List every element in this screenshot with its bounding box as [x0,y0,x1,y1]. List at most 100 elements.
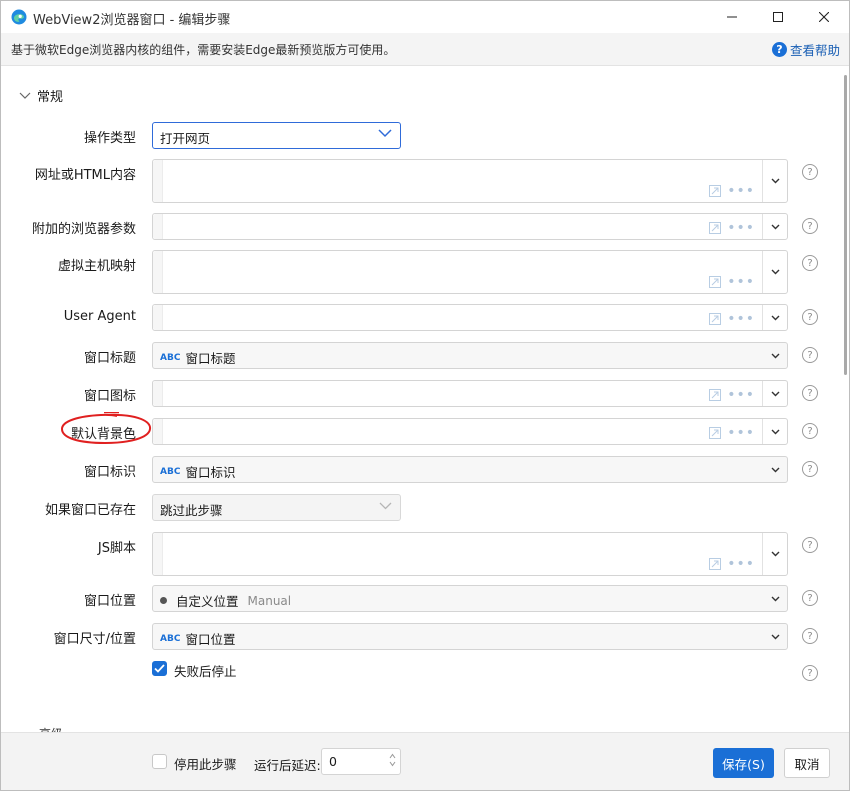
help-circle-icon[interactable]: ? [802,537,818,553]
edge-logo-icon [11,9,27,25]
more-dots-icon[interactable]: ••• [727,388,755,402]
chevron-down-icon [771,429,779,434]
help-circle-icon[interactable]: ? [802,461,818,477]
more-dots-icon[interactable]: ••• [727,221,755,235]
delay-label: 运行后延迟: [254,758,321,773]
dialog-footer: 停用此步骤 运行后延迟: 0 保存(S) 取消 [1,732,849,790]
op-type-label: 操作类型 [83,131,136,146]
text-type-badge: ABC [160,633,181,644]
vertical-scrollbar[interactable] [844,67,847,732]
help-circle-icon[interactable]: ? [802,255,818,271]
section-title: 常规 [37,90,64,105]
host-map-label: 虚拟主机映射 [57,259,136,274]
section-general-header[interactable]: 常规 [19,86,63,105]
help-link-label: 查看帮助 [790,43,841,58]
delay-spinner[interactable] [389,753,396,767]
win-pos-label: 窗口位置 [83,594,136,609]
url-dropdown[interactable] [763,160,787,202]
if-exists-select[interactable]: 跳过此步骤 [152,494,401,521]
js-dropdown[interactable] [763,533,787,575]
help-circle-icon[interactable]: ? [802,385,818,401]
user-agent-field[interactable]: ••• [152,304,788,331]
help-circle-icon[interactable]: ? [802,347,818,363]
expand-editor-icon[interactable] [709,185,722,197]
info-bar: 基于微软Edge浏览器内核的组件，需要安装Edge最新预览版方可使用。 ? 查看… [1,33,849,66]
win-icon-field[interactable]: ••• [152,380,788,407]
win-pos-dropdown[interactable] [763,586,787,611]
win-id-dropdown[interactable] [763,457,787,482]
delay-value: 0 [329,754,337,769]
maximize-button[interactable] [755,1,801,33]
win-pos-field[interactable]: 自定义位置 Manual [152,585,788,612]
minimize-icon [727,16,737,18]
expand-editor-icon[interactable] [709,558,722,570]
help-circle-icon[interactable]: ? [802,309,818,325]
chevron-down-icon [771,315,779,320]
section-advanced-header[interactable]: 高级 [39,725,63,732]
more-dots-icon[interactable]: ••• [727,312,755,326]
window-title: WebView2浏览器窗口 - 编辑步骤 [33,13,231,28]
spin-down-icon[interactable] [389,761,396,767]
browser-args-dropdown[interactable] [763,214,787,239]
scroll-thumb[interactable] [844,75,847,375]
close-icon [819,12,829,22]
if-exists-label: 如果窗口已存在 [44,503,136,518]
save-button[interactable]: 保存(S) [713,748,774,778]
bg-color-dropdown[interactable] [763,419,787,444]
help-circle-icon: ? [772,42,787,57]
win-id-field[interactable]: ABC 窗口标识 [152,456,788,483]
win-size-dropdown[interactable] [763,624,787,649]
title-bar: WebView2浏览器窗口 - 编辑步骤 [1,1,849,33]
win-size-value: 窗口位置 [185,632,236,647]
browser-args-field[interactable]: ••• [152,213,788,240]
win-title-label: 窗口标题 [83,351,136,366]
js-label: JS脚本 [97,541,136,556]
cancel-button[interactable]: 取消 [784,748,830,778]
chevron-down-icon [771,391,779,396]
win-title-dropdown[interactable] [763,343,787,368]
more-dots-icon[interactable]: ••• [727,557,755,571]
radio-dot-icon [160,597,167,604]
chevron-down-icon [771,551,779,557]
expand-editor-icon[interactable] [709,427,722,439]
expand-editor-icon[interactable] [709,222,722,234]
expand-editor-icon[interactable] [709,389,722,401]
delay-input[interactable]: 0 [321,748,401,775]
help-link[interactable]: ? 查看帮助 [772,40,840,59]
chevron-down-icon [379,502,392,510]
help-circle-icon[interactable]: ? [802,164,818,180]
win-icon-dropdown[interactable] [763,381,787,406]
win-title-field[interactable]: ABC 窗口标题 [152,342,788,369]
chevron-down-icon [771,467,779,472]
win-title-value: 窗口标题 [185,351,236,366]
win-size-field[interactable]: ABC 窗口位置 [152,623,788,650]
annotation-circle [60,412,151,445]
help-circle-icon[interactable]: ? [802,628,818,644]
close-button[interactable] [801,1,847,33]
chevron-down-icon [771,634,779,639]
js-field[interactable]: ••• [152,532,788,576]
minimize-button[interactable] [709,1,755,33]
spin-up-icon[interactable] [389,753,396,759]
user-agent-dropdown[interactable] [763,305,787,330]
win-pos-value: 自定义位置 [176,594,239,609]
disable-step-checkbox[interactable] [152,754,167,769]
host-map-dropdown[interactable] [763,251,787,293]
help-circle-icon[interactable]: ? [802,590,818,606]
bg-color-field[interactable]: ••• [152,418,788,445]
expand-editor-icon[interactable] [709,276,722,288]
stop-on-fail-checkbox[interactable] [152,661,167,676]
help-circle-icon[interactable]: ? [802,423,818,439]
more-dots-icon[interactable]: ••• [727,426,755,440]
url-label: 网址或HTML内容 [34,168,136,183]
more-dots-icon[interactable]: ••• [727,184,755,198]
host-map-field[interactable]: ••• [152,250,788,294]
help-circle-icon[interactable]: ? [802,665,818,681]
url-field[interactable]: ••• [152,159,788,203]
help-circle-icon[interactable]: ? [802,218,818,234]
op-type-select[interactable]: 打开网页 [152,122,401,149]
if-exists-value: 跳过此步骤 [160,503,223,518]
more-dots-icon[interactable]: ••• [727,275,755,289]
expand-editor-icon[interactable] [709,313,722,325]
form-content: 常规 操作类型 打开网页 网址或HTML内容 ••• ? 附加的浏览器参数 ••… [1,67,849,732]
